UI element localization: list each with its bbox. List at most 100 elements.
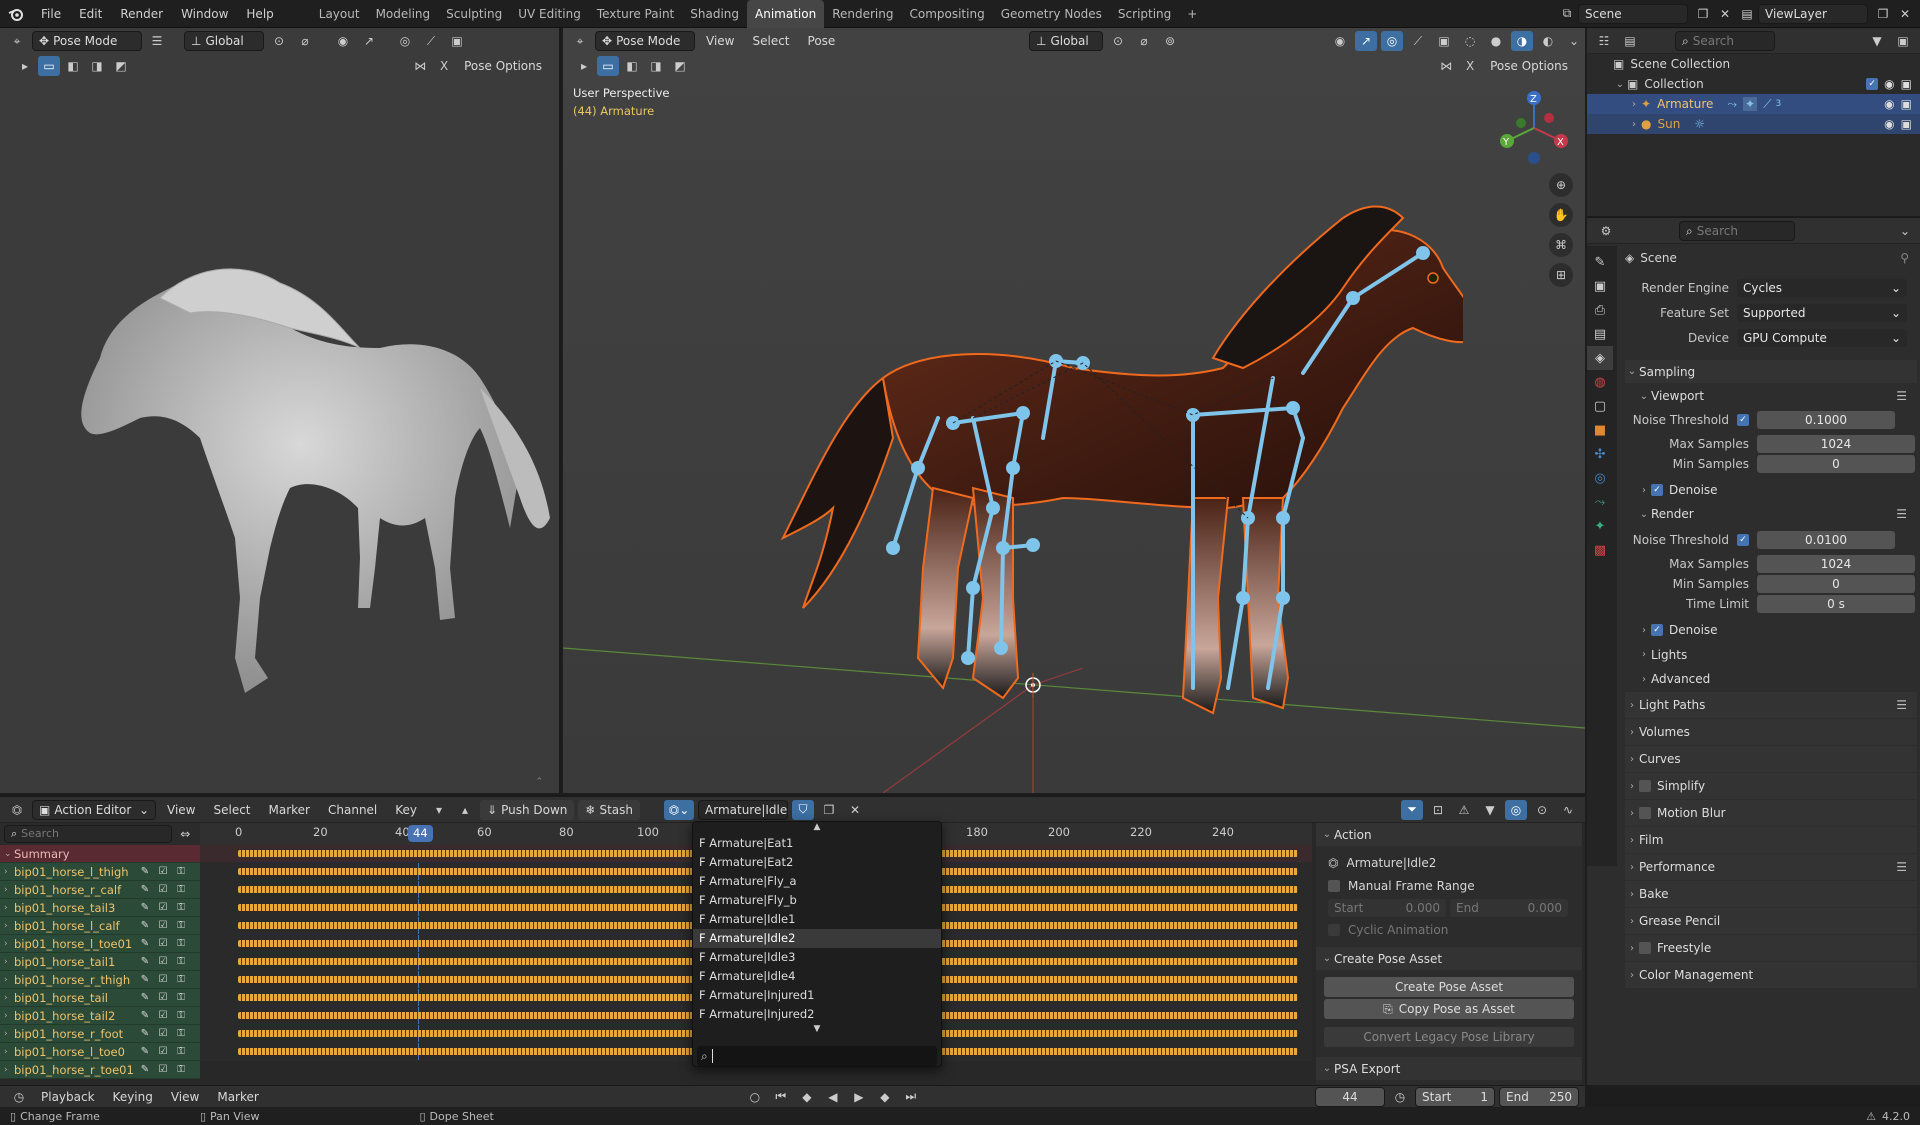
tab-animation[interactable]: Animation <box>747 0 825 28</box>
properties-editor-icon[interactable]: ⚙ <box>1595 221 1617 241</box>
wrench-icon[interactable]: ✎ <box>136 974 154 985</box>
bone-channel-row[interactable]: › bip01_horse_tail3 ✎ ☑ ⚿ <box>0 899 200 917</box>
view-layer-icon[interactable]: ▤ <box>1736 4 1758 24</box>
new-view-layer-icon[interactable]: ❐ <box>1872 4 1894 24</box>
action-list-item[interactable]: F Armature|Idle3 <box>693 948 941 967</box>
wrench-icon[interactable]: ✎ <box>136 1028 154 1039</box>
section-lights[interactable]: › Lights <box>1625 642 1917 667</box>
constraint-tab-icon[interactable]: ⤳ <box>1587 490 1613 514</box>
channel-search-input[interactable]: ⌕ Search <box>4 825 173 843</box>
action-list-item[interactable]: F Armature|Injured2 <box>693 1005 941 1024</box>
tab-uv-editing[interactable]: UV Editing <box>510 0 589 28</box>
wrench-icon[interactable]: ✎ <box>136 956 154 967</box>
outliner-row-armature[interactable]: › ✦ Armature ⤳ ✦ ⟋ 3 ◉ ▣ <box>1587 94 1920 114</box>
preview-range-clock-icon[interactable]: ◷ <box>1389 1087 1411 1107</box>
bone-channel-row[interactable]: › bip01_horse_l_toe01 ✎ ☑ ⚿ <box>0 935 200 953</box>
bone-channel-row[interactable]: › bip01_horse_tail1 ✎ ☑ ⚿ <box>0 953 200 971</box>
new-scene-icon[interactable]: ❐ <box>1692 4 1714 24</box>
properties-search[interactable]: ⌕ Search <box>1679 220 1795 241</box>
section-grease-pencil[interactable]: › Grease Pencil <box>1625 908 1917 935</box>
scene-tab-icon[interactable]: ◈ <box>1587 346 1613 370</box>
lock-icon[interactable]: ⚿ <box>172 866 190 877</box>
mode-selector[interactable]: ✥ Pose Mode <box>32 31 142 51</box>
render-tab-icon[interactable]: ▣ <box>1587 274 1613 298</box>
current-frame-field[interactable]: 44 <box>1315 1086 1385 1107</box>
tool-settings-icon[interactable]: ▸ <box>14 56 36 76</box>
push-down-button[interactable]: ⇓ Push Down <box>480 799 575 820</box>
expand-arrow-icon[interactable]: › <box>1627 99 1641 110</box>
options-chevron-icon[interactable]: ⌄ <box>1894 221 1916 241</box>
outliner-row-scene-collection[interactable]: ▣ Scene Collection <box>1587 54 1920 74</box>
list-icon[interactable]: ☰ <box>1896 389 1907 403</box>
display-mode-icon[interactable]: ▤ <box>1619 31 1641 51</box>
data-tab-icon[interactable]: ✦ <box>1587 514 1613 538</box>
pose-options-button[interactable]: Pose Options <box>457 56 549 76</box>
lock-icon[interactable]: ⚿ <box>172 884 190 895</box>
scroll-down-icon[interactable]: ▼ <box>693 1024 941 1036</box>
enable-checkbox[interactable]: ☑ <box>154 974 172 985</box>
camera-render-icon[interactable]: ▣ <box>1901 97 1912 111</box>
record-icon[interactable]: ○ <box>744 1087 766 1107</box>
dopesheet-mode-selector[interactable]: ▣ Action Editor ⌄ <box>32 799 156 820</box>
new-collection-icon[interactable]: ▣ <box>1892 31 1914 51</box>
action-list-item[interactable]: F Armature|Idle1 <box>693 910 941 929</box>
menu-keying[interactable]: Keying <box>106 1087 160 1107</box>
motion-blur-checkbox[interactable] <box>1639 807 1651 819</box>
list-icon[interactable]: ☰ <box>1896 860 1907 874</box>
tab-shading[interactable]: Shading <box>682 0 747 28</box>
only-selected-filter-icon[interactable]: ⏷ <box>1401 799 1423 820</box>
camera-render-icon[interactable]: ▣ <box>1901 77 1912 91</box>
enable-checkbox[interactable]: ☑ <box>154 1046 172 1057</box>
create-pose-asset-button[interactable]: Create Pose Asset <box>1324 977 1574 997</box>
lock-icon[interactable]: ⚿ <box>172 974 190 985</box>
play-reverse-icon[interactable]: ◀ <box>822 1087 844 1107</box>
feature-set-dropdown[interactable]: Supported ⌄ <box>1737 304 1907 322</box>
section-bake[interactable]: › Bake <box>1625 881 1917 908</box>
time-limit-field[interactable]: 0 s <box>1757 595 1915 613</box>
gizmo-icon[interactable]: ↗ <box>358 31 380 51</box>
list-icon[interactable]: ☰ <box>1896 507 1907 521</box>
menu-view[interactable]: View <box>160 800 202 820</box>
menu-render[interactable]: Render <box>111 0 172 28</box>
menu-window[interactable]: Window <box>172 0 237 28</box>
render-engine-dropdown[interactable]: Cycles ⌄ <box>1737 279 1907 297</box>
copy-pose-as-asset-button[interactable]: ⎘ Copy Pose as Asset <box>1324 999 1574 1019</box>
mirror-icon[interactable]: ⋈ <box>409 56 431 76</box>
layer-up-icon[interactable]: ▴ <box>454 800 476 820</box>
wrench-icon[interactable]: ✎ <box>136 1064 154 1075</box>
enable-checkbox[interactable]: ☑ <box>154 938 172 949</box>
play-icon[interactable]: ▶ <box>848 1087 870 1107</box>
section-viewport-denoise[interactable]: › ✓ Denoise <box>1625 478 1917 502</box>
lock-icon[interactable]: ⚿ <box>172 902 190 913</box>
outliner-search[interactable]: ⌕ Search <box>1675 30 1775 51</box>
section-color-management[interactable]: › Color Management <box>1625 962 1917 989</box>
eye-icon[interactable]: ◉ <box>1884 97 1894 111</box>
browse-action-icon[interactable]: ⏣⌄ <box>664 799 695 820</box>
expand-arrow-icon[interactable]: › <box>4 957 14 967</box>
auto-snap-icon[interactable]: ⊙ <box>1531 800 1553 820</box>
pan-hand-icon[interactable]: ✋ <box>1549 203 1573 227</box>
enable-checkbox[interactable]: ☑ <box>154 992 172 1003</box>
expand-arrow-icon[interactable]: › <box>4 939 14 949</box>
enable-checkbox[interactable]: ☑ <box>154 902 172 913</box>
enable-checkbox[interactable]: ☑ <box>154 1010 172 1021</box>
end-frame-field[interactable]: End 250 <box>1499 1086 1579 1107</box>
camera-render-icon[interactable]: ▣ <box>1901 117 1912 131</box>
jump-end-icon[interactable]: ⏭ <box>900 1087 922 1107</box>
lock-icon[interactable]: ⚿ <box>172 920 190 931</box>
eye-icon[interactable]: ◉ <box>1884 77 1894 91</box>
expand-arrow-icon[interactable]: › <box>4 1011 14 1021</box>
section-sampling[interactable]: ⌄ Sampling <box>1625 360 1917 384</box>
enable-checkbox[interactable]: ☑ <box>154 1064 172 1075</box>
lock-icon[interactable]: ⚿ <box>172 956 190 967</box>
proportional-edit-icon[interactable]: ◎ <box>1505 799 1527 820</box>
wrench-icon[interactable]: ✎ <box>136 1046 154 1057</box>
noise-threshold-checkbox[interactable]: ✓ <box>1737 414 1749 426</box>
wrench-icon[interactable]: ✎ <box>136 992 154 1003</box>
outliner-row-sun[interactable]: › ● Sun ☼ ◉ ▣ <box>1587 114 1920 134</box>
view-layer-selector[interactable]: ViewLayer <box>1758 3 1868 24</box>
viewport-max-samples-field[interactable]: 1024 <box>1757 435 1915 453</box>
expand-arrow-icon[interactable]: › <box>1627 119 1641 130</box>
menu-marker[interactable]: Marker <box>210 1087 265 1107</box>
section-film[interactable]: › Film <box>1625 827 1917 854</box>
